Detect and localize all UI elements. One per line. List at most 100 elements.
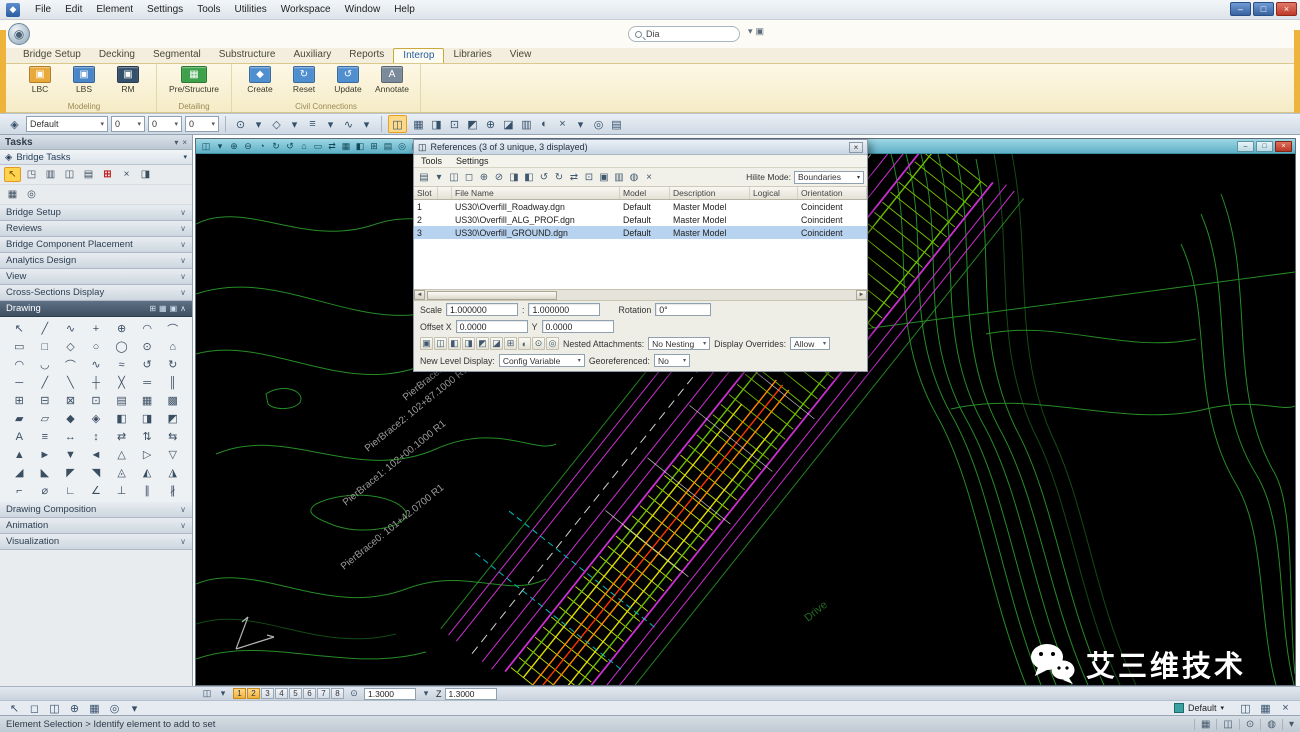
ribbon-tab[interactable]: Auxiliary — [284, 48, 340, 63]
drawing-tool-icon[interactable]: ↕ — [84, 428, 109, 445]
references-dialog-titlebar[interactable]: ◫ References (3 of 3 unique, 3 displayed… — [414, 140, 867, 155]
drawing-tool-icon[interactable]: + — [84, 320, 109, 337]
drawing-tool-icon[interactable]: ▩ — [160, 392, 185, 409]
toolbar-icon[interactable]: ▤ — [608, 116, 625, 132]
references-tool-icon[interactable]: ▥ — [612, 170, 626, 185]
drawing-tool-icon[interactable]: ▽ — [160, 446, 185, 463]
drawing-tool-icon[interactable]: ◠ — [7, 356, 32, 373]
view-toggle-button[interactable]: 5 — [289, 688, 302, 699]
ribbon-button[interactable]: ▦ Pre/Structure — [165, 66, 223, 94]
view-tool-icon[interactable]: ◎ — [395, 141, 409, 152]
toolbar-icon[interactable]: ∿ — [340, 116, 357, 132]
toolbar-icon[interactable]: ◐ — [536, 116, 553, 132]
drawing-tool-icon[interactable]: ∠ — [84, 482, 109, 499]
task-tool-icon[interactable]: ▤ — [80, 167, 97, 182]
snap-icon[interactable]: ◫ — [46, 700, 63, 716]
nested-attachments-combo[interactable]: No Nesting▾ — [648, 337, 710, 350]
ribbon-button[interactable]: ↻ Reset — [284, 66, 324, 94]
ribbon-tab[interactable]: View — [501, 48, 541, 63]
drawing-tool-icon[interactable]: ◨ — [135, 410, 160, 427]
drawing-tool-icon[interactable]: ⊥ — [109, 482, 134, 499]
attachment-toggle-icon[interactable]: ◎ — [546, 337, 559, 350]
menu-item[interactable]: Help — [387, 2, 422, 17]
drawing-tool-icon[interactable]: ⊙ — [135, 338, 160, 355]
line-style-combo[interactable]: 0▾ — [148, 116, 182, 132]
ribbon-tab[interactable]: Interop — [393, 48, 444, 63]
task-section[interactable]: Drawing Composition ∨ — [0, 502, 192, 518]
drawing-tool-icon[interactable]: A — [7, 428, 32, 445]
ribbon-button[interactable]: ▣ LBS — [64, 66, 104, 94]
references-tool-icon[interactable]: ◍ — [627, 170, 641, 185]
reference-row-selected[interactable]: 3 US30\Overfill_GROUND.dgnDefault Master… — [414, 226, 867, 239]
minimize-button[interactable]: – — [1230, 2, 1251, 16]
dialog-close-icon[interactable]: × — [849, 142, 863, 153]
toolbar-icon[interactable]: ≡ — [304, 116, 321, 132]
drawing-tool-icon[interactable]: ▼ — [58, 446, 83, 463]
view-toggle-button[interactable]: 6 — [303, 688, 316, 699]
toolbar-icon[interactable]: ▾ — [322, 116, 339, 132]
coordinate-icon[interactable]: ⊙ — [347, 688, 361, 700]
status-icon[interactable]: ◍ — [1260, 719, 1276, 730]
app-icon[interactable]: ◆ — [6, 3, 20, 17]
drawing-tool-icon[interactable]: ⇆ — [160, 428, 185, 445]
references-tool-icon[interactable]: ⊘ — [492, 170, 506, 185]
task-tool-icon[interactable]: ⊞ — [99, 167, 116, 182]
view-tool-icon[interactable]: ▭ — [311, 141, 325, 152]
ribbon-tab[interactable]: Bridge Setup — [14, 48, 90, 63]
toolbar-icon[interactable]: ▾ — [286, 116, 303, 132]
attachment-toggle-icon[interactable]: ⊞ — [504, 337, 517, 350]
drawing-tool-icon[interactable]: ╳ — [109, 374, 134, 391]
workflow-selector[interactable]: ◈ Bridge Tasks ▾ — [0, 150, 192, 165]
drawing-tool-icon[interactable]: ▰ — [7, 410, 32, 427]
menu-item[interactable]: Workspace — [274, 2, 338, 17]
drawing-tool-icon[interactable]: ⊠ — [58, 392, 83, 409]
view-close-button[interactable]: × — [1275, 141, 1292, 152]
drawing-tool-icon[interactable]: ◤ — [58, 464, 83, 481]
menu-item[interactable]: Settings — [140, 2, 190, 17]
toolbar-mini-icon[interactable]: ▣ — [756, 26, 765, 37]
references-tool-icon[interactable]: ⊡ — [582, 170, 596, 185]
column-header[interactable]: Description — [670, 187, 750, 199]
toolbar-icon[interactable]: ◇ — [268, 116, 285, 132]
menu-item[interactable]: Utilities — [228, 2, 274, 17]
snap-icon[interactable]: ⊕ — [66, 700, 83, 716]
ribbon-button[interactable]: A Annotate — [372, 66, 412, 94]
drawing-tool-icon[interactable]: ╱ — [33, 320, 58, 337]
drawing-tool-icon[interactable]: ► — [33, 446, 58, 463]
ribbon-tab[interactable]: Segmental — [144, 48, 210, 63]
menu-item[interactable]: Window — [338, 2, 388, 17]
references-tool-icon[interactable]: ▣ — [597, 170, 611, 185]
column-header[interactable] — [438, 187, 452, 199]
view-tool-icon[interactable]: ▤ — [381, 141, 395, 152]
drawing-tool-icon[interactable]: ◯ — [109, 338, 134, 355]
drawing-tool-icon[interactable]: ◄ — [84, 446, 109, 463]
menu-item[interactable]: Element — [89, 2, 140, 17]
task-tool-icon[interactable]: ◎ — [23, 187, 40, 202]
drawing-tool-icon[interactable]: ◬ — [109, 464, 134, 481]
snap-icon[interactable]: ◎ — [106, 700, 123, 716]
view-tool-icon[interactable]: ⌂ — [297, 141, 311, 152]
display-tool-icon[interactable]: ▦ — [1257, 700, 1274, 716]
active-element-icon[interactable]: ◈ — [6, 116, 23, 132]
status-icon[interactable]: ⊙ — [1239, 719, 1254, 730]
toolbar-icon[interactable]: ⊡ — [446, 116, 463, 132]
drawing-tool-icon[interactable]: ↖ — [7, 320, 32, 337]
drawing-tool-icon[interactable]: ∿ — [58, 320, 83, 337]
task-section[interactable]: Animation ∨ — [0, 518, 192, 534]
ribbon-button[interactable]: ▣ LBC — [20, 66, 60, 94]
task-section[interactable]: View ∨ — [0, 269, 192, 285]
references-tool-icon[interactable]: ◻ — [462, 170, 476, 185]
drawing-tool-icon[interactable]: ↔ — [58, 428, 83, 445]
view-tool-icon[interactable]: ▦ — [339, 141, 353, 152]
view-tool-icon[interactable]: ◧ — [353, 141, 367, 152]
drawing-header-icon[interactable]: ∧ — [180, 304, 186, 313]
references-tool-icon[interactable]: ↻ — [552, 170, 566, 185]
drawing-tool-icon[interactable]: ▲ — [7, 446, 32, 463]
coordinate-z-field[interactable]: 1.3000 — [445, 688, 497, 700]
view-tool-icon[interactable]: ⊞ — [367, 141, 381, 152]
drawing-tool-icon[interactable]: ─ — [7, 374, 32, 391]
toolbar-icon[interactable]: × — [554, 116, 571, 132]
drawing-tool-icon[interactable]: ◩ — [160, 410, 185, 427]
references-tool-icon[interactable]: ◫ — [447, 170, 461, 185]
references-tool-icon[interactable]: × — [642, 170, 656, 185]
